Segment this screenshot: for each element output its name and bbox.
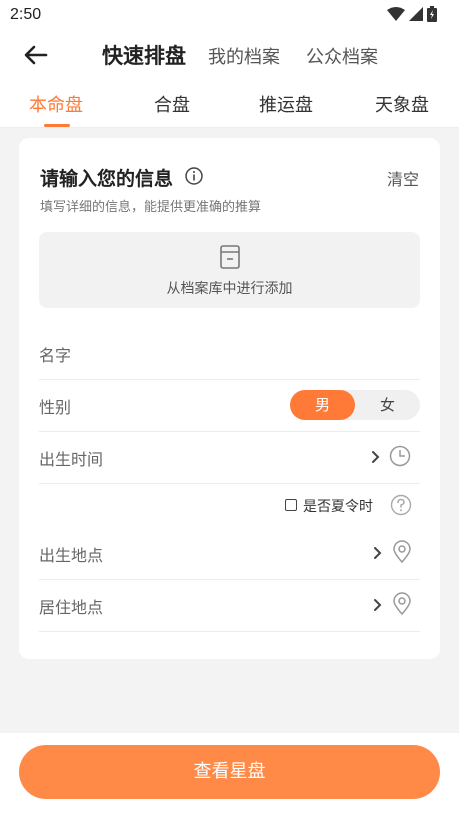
signal-icon bbox=[409, 7, 423, 21]
location-pin-icon[interactable] bbox=[390, 540, 414, 564]
residence-row[interactable]: 居住地点 bbox=[39, 580, 420, 632]
birth-place-row[interactable]: 出生地点 bbox=[39, 528, 420, 580]
dst-label[interactable]: 是否夏令时 bbox=[303, 496, 373, 516]
chevron-right-icon bbox=[374, 547, 382, 559]
clear-button[interactable]: 清空 bbox=[387, 166, 419, 190]
gender-toggle[interactable]: 男 女 bbox=[290, 390, 420, 420]
clock-icon[interactable] bbox=[388, 444, 412, 468]
chevron-right-icon bbox=[372, 451, 380, 463]
birth-time-row[interactable]: 出生时间 bbox=[39, 432, 420, 484]
chevron-right-icon bbox=[374, 599, 382, 611]
page-title: 快速排盘 bbox=[102, 44, 186, 68]
dst-checkbox[interactable] bbox=[285, 499, 297, 511]
tab-natal-chart[interactable]: 本命盘 bbox=[29, 91, 83, 117]
tab-indicator bbox=[44, 124, 70, 127]
back-arrow-icon[interactable] bbox=[22, 43, 50, 67]
status-bar: 2:50 bbox=[0, 0, 459, 30]
nav-link-public-archives[interactable]: 公众档案 bbox=[306, 43, 378, 69]
add-from-archive-button[interactable]: 从档案库中进行添加 bbox=[39, 232, 420, 308]
status-time: 2:50 bbox=[10, 6, 42, 23]
tab-synastry[interactable]: 合盘 bbox=[154, 91, 190, 117]
gender-option-male[interactable]: 男 bbox=[290, 390, 355, 420]
name-input[interactable]: 名字 bbox=[39, 342, 71, 366]
chart-type-tabs: 本命盘 合盘 推运盘 天象盘 bbox=[0, 80, 459, 128]
gender-label: 性别 bbox=[39, 398, 72, 417]
residence-label: 居住地点 bbox=[39, 598, 104, 617]
wifi-icon bbox=[387, 7, 405, 21]
birth-place-label: 出生地点 bbox=[39, 546, 104, 565]
status-icons bbox=[387, 6, 437, 22]
tab-progression[interactable]: 推运盘 bbox=[259, 91, 313, 117]
info-icon[interactable] bbox=[184, 166, 204, 186]
location-pin-icon[interactable] bbox=[390, 592, 414, 616]
card-subtitle: 填写详细的信息，能提供更准确的推算 bbox=[40, 200, 262, 215]
bottom-action-bar: 查看星盘 bbox=[0, 733, 459, 816]
tab-transit[interactable]: 天象盘 bbox=[375, 91, 429, 117]
name-field-row[interactable]: 名字 bbox=[39, 328, 420, 380]
archive-icon bbox=[220, 245, 240, 269]
birth-time-label: 出生时间 bbox=[39, 450, 104, 469]
help-icon[interactable] bbox=[390, 494, 412, 516]
gender-option-female[interactable]: 女 bbox=[355, 390, 420, 420]
view-chart-button[interactable]: 查看星盘 bbox=[19, 745, 440, 799]
dst-row: 是否夏令时 bbox=[39, 484, 420, 530]
card-title: 请输入您的信息 bbox=[40, 168, 174, 190]
nav-link-my-archives[interactable]: 我的档案 bbox=[208, 43, 280, 69]
info-card: 请输入您的信息 清空 填写详细的信息，能提供更准确的推算 从档案库中进行添加 名… bbox=[19, 138, 440, 659]
gender-row: 性别 男 女 bbox=[39, 380, 420, 432]
battery-icon bbox=[427, 6, 437, 22]
add-from-archive-label: 从档案库中进行添加 bbox=[166, 281, 293, 297]
top-nav: 快速排盘 我的档案 公众档案 bbox=[0, 30, 459, 80]
